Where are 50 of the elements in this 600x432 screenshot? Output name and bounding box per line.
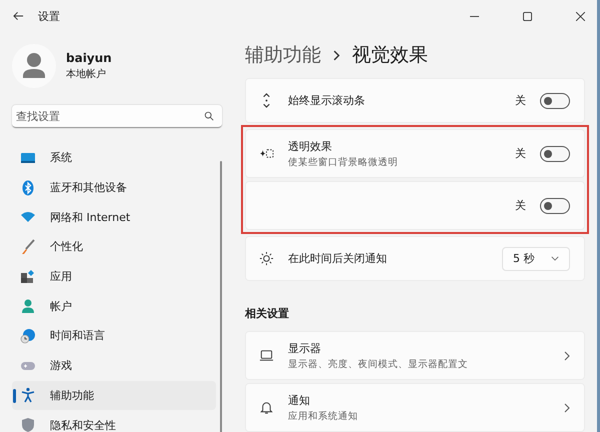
breadcrumb-item: 视觉效果 [352, 43, 428, 68]
sidebar-item[interactable]: 蓝牙和其他设备 [12, 172, 216, 202]
sidebar-item[interactable]: 网络和 Internet [12, 202, 216, 232]
avatar-silhouette [12, 44, 56, 88]
back-arrow-icon[interactable] [13, 11, 24, 21]
toggle-state-label: 关 [515, 198, 526, 213]
sidebar-item[interactable]: 应用 [12, 262, 216, 292]
related-setting-link[interactable]: 通知 应用和系统通知 [245, 383, 585, 432]
bluetooth-icon [20, 180, 36, 196]
setting-title: 始终显示滚动条 [288, 93, 366, 108]
chevron-down-icon [551, 256, 559, 261]
apps-icon [20, 268, 36, 285]
toggle-switch[interactable] [540, 92, 570, 108]
setting-title: 在此时间后关闭通知 [288, 251, 388, 266]
toggle-switch[interactable] [540, 146, 570, 162]
laptop-icon [258, 348, 274, 363]
toggle-switch[interactable] [540, 198, 570, 214]
chevron-right-icon [564, 402, 570, 412]
person-icon [20, 298, 36, 314]
search-icon [204, 111, 214, 121]
close-icon[interactable] [576, 12, 585, 20]
shield-icon [20, 417, 36, 432]
setting-description: 使某些窗口背景略微透明 [288, 156, 399, 168]
sidebar-item[interactable]: 时间和语言 [12, 321, 216, 351]
toggle-state-label: 关 [515, 146, 526, 161]
chevron-right-icon [333, 50, 340, 60]
sidebar-item[interactable]: 辅助功能 [12, 380, 216, 410]
window-title: 设置 [38, 8, 60, 24]
sidebar-item[interactable]: 个性化 [12, 232, 216, 262]
sidebar-item[interactable]: 隐私和安全性 [12, 410, 216, 432]
sidebar-item[interactable]: 系统 [12, 143, 216, 173]
maximize-icon[interactable] [523, 12, 532, 20]
chevron-right-icon [564, 350, 570, 360]
related-setting-link[interactable]: 显示器 显示器、亮度、夜间模式、显示器配置文 [245, 331, 585, 380]
setting-title: 透明效果 [288, 138, 333, 154]
bell-icon [258, 400, 274, 415]
accessibility-icon [20, 387, 36, 404]
globe-clock-icon [20, 328, 36, 344]
sidebar-item[interactable]: 游戏 [12, 350, 216, 380]
toggle-state-label: 关 [515, 93, 526, 108]
section-heading: 相关设置 [245, 306, 290, 321]
breadcrumb-item[interactable]: 辅助功能 [245, 42, 321, 68]
account-type: 本地帐户 [66, 68, 107, 81]
sun-icon [258, 251, 274, 266]
dropdown[interactable]: 5 秒 [502, 246, 570, 270]
account-name: baiyun [66, 51, 112, 65]
search-field[interactable]: 查找设置 [12, 105, 222, 128]
brush-icon [20, 238, 36, 255]
sidebar-item[interactable]: 帐户 [12, 291, 216, 322]
selection-indicator [13, 388, 16, 402]
